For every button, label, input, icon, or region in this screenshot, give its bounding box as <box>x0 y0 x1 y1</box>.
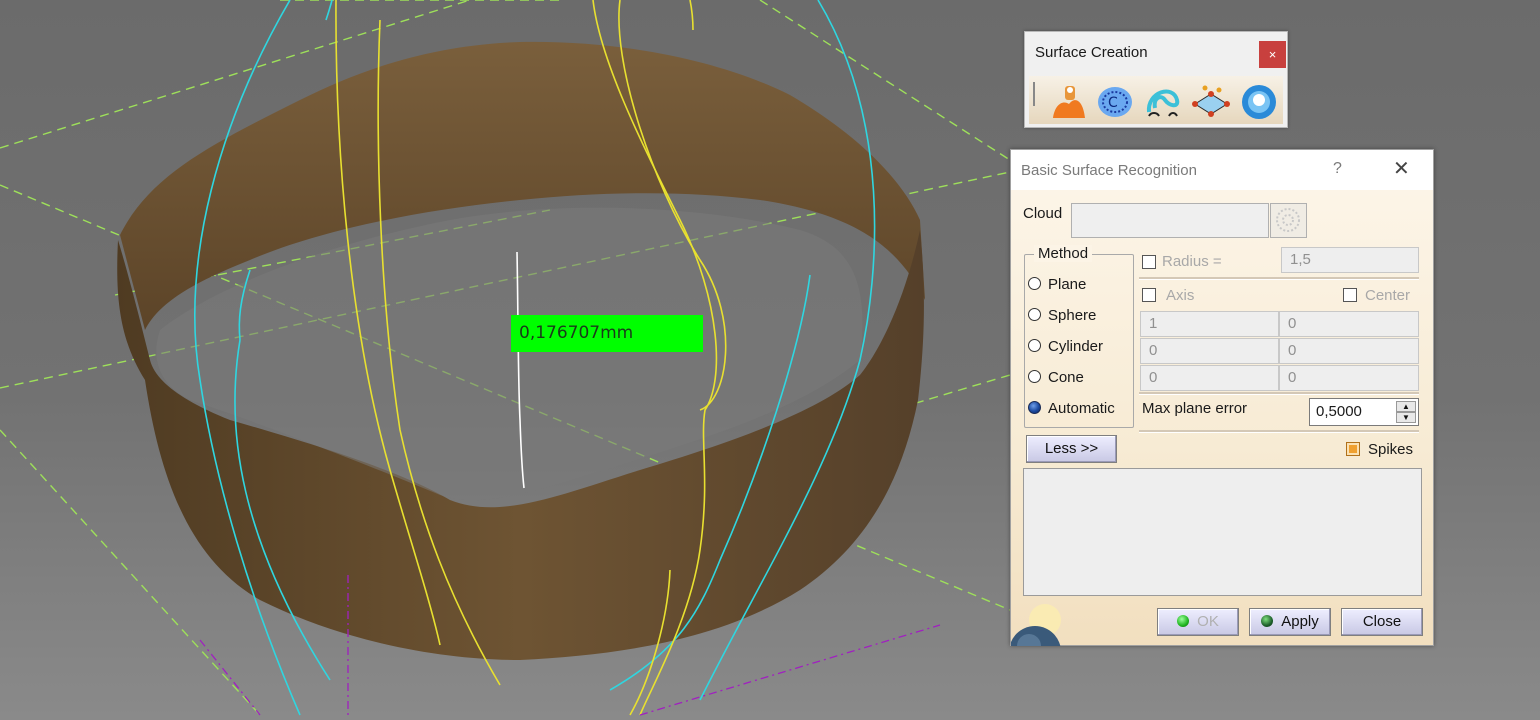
apply-button[interactable]: Apply <box>1249 608 1331 636</box>
dialog-title: Basic Surface Recognition <box>1021 162 1197 179</box>
surface-creation-toolbar[interactable]: Surface Creation × C <box>1024 31 1288 128</box>
apply-button-label: Apply <box>1281 613 1319 630</box>
toolbar-grip[interactable] <box>1033 82 1035 106</box>
cloud-select-button[interactable] <box>1270 203 1307 238</box>
radio-plane-label[interactable]: Plane <box>1048 276 1086 293</box>
radius-separator <box>1139 277 1419 280</box>
dialog-close-icon[interactable]: ✕ <box>1393 159 1410 179</box>
radius-label: Radius = <box>1162 253 1222 270</box>
less-button[interactable]: Less >> <box>1026 435 1117 463</box>
help-button[interactable]: ? <box>1333 160 1342 178</box>
radio-cylinder-label[interactable]: Cylinder <box>1048 338 1103 355</box>
axis-checkbox[interactable] <box>1142 288 1156 302</box>
radio-cone-label[interactable]: Cone <box>1048 369 1084 386</box>
max-plane-error-spinner[interactable]: 0,5000 ▲ ▼ <box>1309 398 1419 426</box>
svg-text:C: C <box>1108 95 1118 111</box>
radius-checkbox[interactable] <box>1142 255 1156 269</box>
axis-field-3-1[interactable]: 0 <box>1140 365 1279 391</box>
cloud-label: Cloud <box>1023 205 1063 222</box>
close-button[interactable]: Close <box>1341 608 1423 636</box>
spin-down-icon[interactable]: ▼ <box>1396 412 1416 423</box>
basic-surface-recognition-dialog[interactable]: Basic Surface Recognition ? ✕ Cloud Meth… <box>1010 149 1434 646</box>
apply-led-icon <box>1261 615 1274 627</box>
axis-field-2-1[interactable]: 0 <box>1140 338 1279 364</box>
ok-button[interactable]: OK <box>1157 608 1239 636</box>
method-label: Method <box>1034 245 1093 262</box>
dialog-titlebar[interactable]: Basic Surface Recognition ? ✕ <box>1011 150 1433 190</box>
spikes-checkbox[interactable] <box>1346 442 1360 456</box>
axis-separator <box>1139 392 1419 395</box>
cloud-recognition-icon[interactable]: C <box>1095 82 1135 122</box>
toolbar-icon-strip: C <box>1029 76 1283 124</box>
spikes-label: Spikes <box>1368 441 1414 458</box>
radio-automatic[interactable] <box>1028 401 1041 414</box>
center-checkbox[interactable] <box>1343 288 1357 302</box>
ok-led-icon <box>1177 615 1190 627</box>
error-separator <box>1139 430 1419 433</box>
mesh-network-icon[interactable] <box>1191 82 1231 122</box>
axis-label: Axis <box>1166 287 1195 304</box>
point-cloud-surface-icon[interactable] <box>1049 82 1089 122</box>
max-plane-error-value[interactable]: 0,5000 <box>1316 403 1362 420</box>
radio-sphere[interactable] <box>1028 308 1041 321</box>
axis-field-3-2[interactable]: 0 <box>1279 365 1419 391</box>
results-area <box>1023 468 1422 596</box>
radio-cone[interactable] <box>1028 370 1041 383</box>
axis-field-1-2[interactable]: 0 <box>1279 311 1419 337</box>
radius-field[interactable]: 1,5 <box>1281 247 1419 273</box>
globe-logo-icon <box>1011 602 1075 646</box>
curve-section-icon[interactable] <box>1143 82 1183 122</box>
radio-automatic-label[interactable]: Automatic <box>1048 400 1115 417</box>
measurement-label: 0,176707mm <box>511 315 703 352</box>
center-label: Center <box>1365 287 1411 304</box>
point-cloud-icon <box>1276 208 1300 232</box>
spin-up-icon[interactable]: ▲ <box>1396 401 1416 412</box>
toolbar-title: Surface Creation <box>1035 44 1148 61</box>
max-plane-error-label: Max plane error <box>1142 400 1248 417</box>
surface-sphere-icon[interactable] <box>1239 82 1279 122</box>
ok-button-label: OK <box>1197 613 1219 630</box>
axis-field-1-1[interactable]: 1 <box>1140 311 1279 337</box>
radio-sphere-label[interactable]: Sphere <box>1048 307 1096 324</box>
toolbar-close-button[interactable]: × <box>1259 41 1286 68</box>
axis-field-2-2[interactable]: 0 <box>1279 338 1419 364</box>
radio-cylinder[interactable] <box>1028 339 1041 352</box>
cloud-selection-field[interactable] <box>1071 203 1269 238</box>
radio-plane[interactable] <box>1028 277 1041 290</box>
